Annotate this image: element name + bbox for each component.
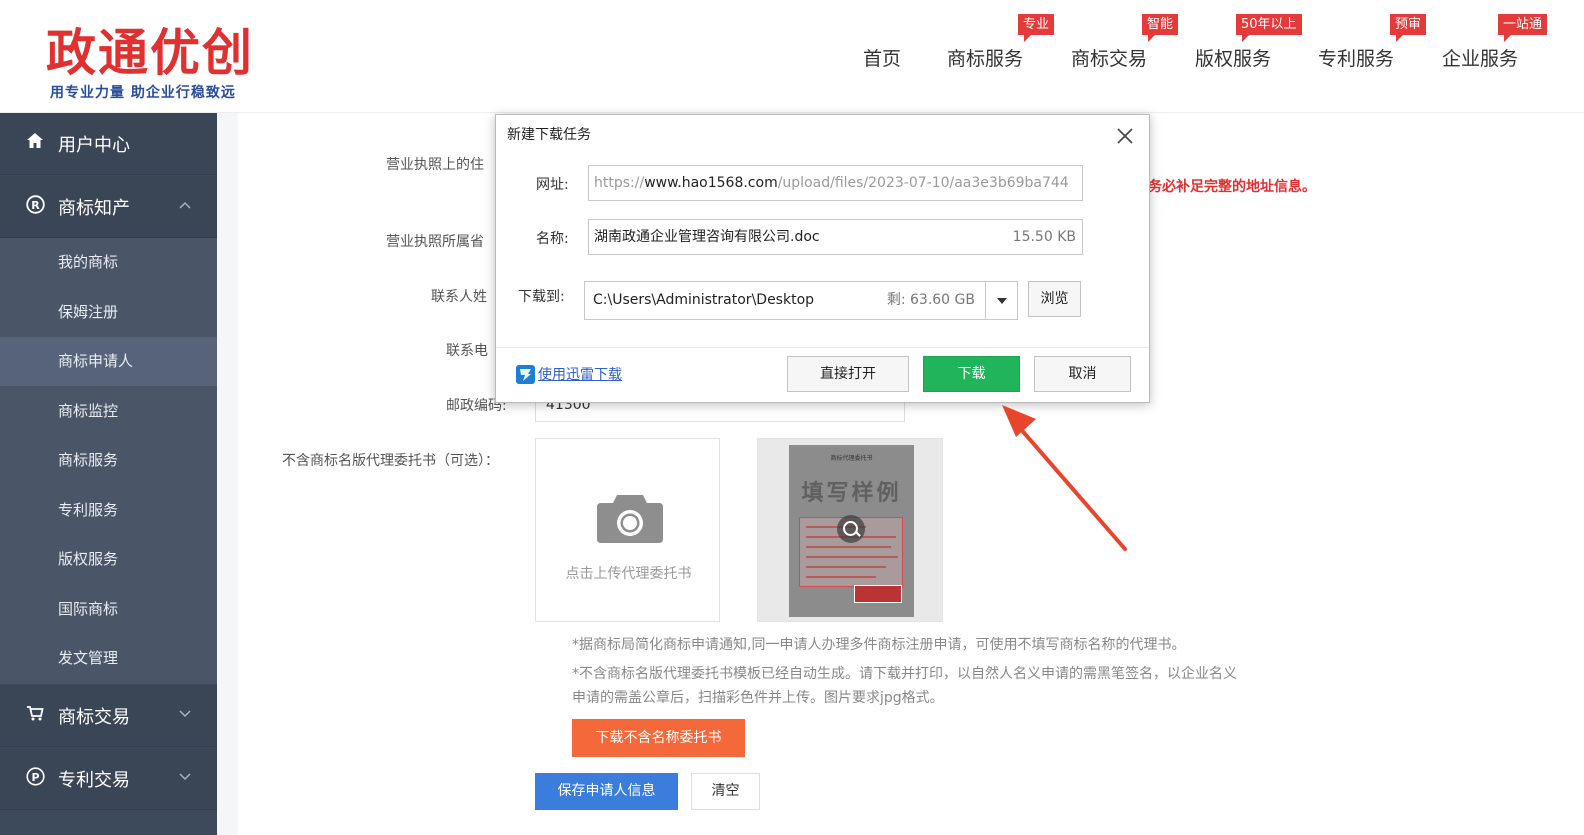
registered-icon: R xyxy=(24,194,46,219)
save-path-dropdown-button[interactable] xyxy=(985,281,1018,320)
nav-item-patent-service[interactable]: 专利服务 xyxy=(1318,44,1394,71)
thunder-icon xyxy=(516,365,535,384)
sample-proxy-letter-thumbnail[interactable]: 商标代理委托书 填写样例 xyxy=(757,438,943,622)
cancel-button[interactable]: 取消 xyxy=(1034,356,1131,392)
nav-item-trademark-trade[interactable]: 商标交易 xyxy=(1071,44,1147,71)
site-header: 政通优创 用专业力量 助企业行稳致远 首页 专业 商标服务 智能 商标交易 50… xyxy=(0,0,1584,113)
dialog-divider xyxy=(496,347,1149,348)
annotation-arrow-icon xyxy=(1002,405,1127,551)
upload-hint-text: 点击上传代理委托书 xyxy=(565,566,692,582)
sidebar-subitem-patent-service[interactable]: 专利服务 xyxy=(0,485,217,535)
upload-proxy-letter-box[interactable]: 点击上传代理委托书 xyxy=(535,438,720,622)
sidebar-subitem-international-trademark[interactable]: 国际商标 xyxy=(0,584,217,634)
save-to-label: 下载到: xyxy=(518,289,565,305)
proxy-note-2b: 申请的需盖公章后，扫描彩色件并上传。图片要求jpg格式。 xyxy=(572,690,944,706)
sample-doc-title: 商标代理委托书 xyxy=(830,455,873,462)
sidebar-subitem-trademark-monitoring[interactable]: 商标监控 xyxy=(0,386,217,436)
address-warning-text: 务必补足完整的地址信息。 xyxy=(1148,179,1316,195)
name-label: 名称: xyxy=(536,231,569,247)
sidebar-subitem-trademark-service[interactable]: 商标服务 xyxy=(0,436,217,485)
sidebar-item-label: 商标交易 xyxy=(58,706,130,728)
patent-icon: P xyxy=(24,766,46,791)
sidebar-subitem-my-trademarks[interactable]: 我的商标 xyxy=(0,238,217,287)
nav-item-enterprise-service[interactable]: 企业服务 xyxy=(1442,44,1518,71)
sidebar-item-label: 商标知产 xyxy=(58,197,130,219)
region-label: 营业执照所属省 xyxy=(386,234,484,250)
download-proxy-letter-button[interactable]: 下载不含名称委托书 xyxy=(572,719,745,757)
new-download-task-dialog: 新建下载任务 网址: https://www.hao1568.com/uploa… xyxy=(495,114,1150,403)
sidebar-item-patent-trade[interactable]: P 专利交易 xyxy=(0,748,217,810)
contact-name-label: 联系人姓 xyxy=(431,289,487,305)
save-path-field[interactable]: C:\Users\Administrator\Desktop 剩: 63.60 … xyxy=(584,281,986,320)
free-space-value: 剩: 63.60 GB xyxy=(886,292,975,308)
nav-item-copyright-service[interactable]: 版权服务 xyxy=(1195,44,1271,71)
url-host: www.hao1568.com xyxy=(644,175,778,191)
cart-icon xyxy=(24,704,46,727)
sample-stamp xyxy=(854,585,902,603)
sidebar-submenu: 我的商标 保姆注册 商标申请人 商标监控 商标服务 专利服务 版权服务 国际商标… xyxy=(0,238,217,684)
dialog-title: 新建下载任务 xyxy=(507,127,591,143)
sidebar-item-label: 用户中心 xyxy=(58,134,130,156)
file-size-value: 15.50 KB xyxy=(1012,229,1076,245)
sidebar-subitem-trademark-applicant[interactable]: 商标申请人 xyxy=(0,337,217,386)
address-label: 营业执照上的住 xyxy=(386,157,484,173)
url-label: 网址: xyxy=(536,177,569,193)
file-name-value: 湖南政通企业管理咨询有限公司.doc xyxy=(594,229,820,245)
sidebar-subitem-copyright-service[interactable]: 版权服务 xyxy=(0,535,217,584)
site-logo[interactable]: 政通优创 用专业力量 助企业行稳致远 xyxy=(46,24,254,102)
nav-badge-trademark-service: 专业 xyxy=(1018,14,1055,42)
chevron-down-icon xyxy=(179,770,191,784)
nav-item-home[interactable]: 首页 xyxy=(863,44,901,71)
sidebar-item-label: 专利交易 xyxy=(58,769,130,791)
nav-badge-enterprise-service: 一站通 xyxy=(1498,14,1548,42)
logo-text: 政通优创 xyxy=(46,23,254,82)
nav-badge-patent-service: 预审 xyxy=(1390,14,1427,42)
open-directly-button[interactable]: 直接打开 xyxy=(787,356,909,392)
home-icon xyxy=(24,132,46,155)
save-applicant-button[interactable]: 保存申请人信息 xyxy=(535,773,678,810)
clear-button[interactable]: 清空 xyxy=(691,773,760,810)
proxy-letter-label: 不含商标名版代理委托书（可选）： xyxy=(282,453,499,469)
nav-badge-trademark-trade: 智能 xyxy=(1142,14,1179,42)
use-thunder-download-link[interactable]: 使用迅雷下载 xyxy=(538,364,622,384)
camera-icon xyxy=(597,495,663,543)
zoom-icon[interactable] xyxy=(837,515,865,543)
svg-text:P: P xyxy=(31,770,39,783)
sidebar: 用户中心 R 商标知产 我的商标 保姆注册 商标申请人 商标监控 商标服务 专利… xyxy=(0,113,217,835)
chevron-up-icon xyxy=(179,198,191,212)
chevron-down-icon xyxy=(179,707,191,721)
url-prefix: https:// xyxy=(594,175,645,191)
logo-slogan: 用专业力量 助企业行稳致远 xyxy=(50,85,236,101)
sidebar-item-trademark-ip[interactable]: R 商标知产 xyxy=(0,176,217,238)
download-button[interactable]: 下载 xyxy=(923,356,1020,392)
sample-document-image: 商标代理委托书 填写样例 xyxy=(789,445,914,617)
browse-button[interactable]: 浏览 xyxy=(1028,281,1081,317)
nav-item-trademark-service[interactable]: 商标服务 xyxy=(947,44,1023,71)
file-name-field[interactable]: 湖南政通企业管理咨询有限公司.doc 15.50 KB xyxy=(588,219,1083,255)
proxy-note-1: *据商标局简化商标申请通知,同一申请人办理多件商标注册申请，可使用不填写商标名称… xyxy=(572,637,1186,653)
contact-phone-label: 联系电 xyxy=(446,343,488,359)
close-icon[interactable] xyxy=(1114,125,1136,147)
url-field[interactable]: https://www.hao1568.com/upload/files/202… xyxy=(588,165,1083,201)
sidebar-subitem-document-management[interactable]: 发文管理 xyxy=(0,634,217,683)
sidebar-item-trademark-trade[interactable]: 商标交易 xyxy=(0,685,217,747)
url-path: /upload/files/2023-07-10/aa3e3b69ba744 xyxy=(777,175,1069,191)
nav-badge-copyright-service: 50年以上 xyxy=(1236,14,1302,42)
sidebar-item-user-center[interactable]: 用户中心 xyxy=(0,113,217,175)
svg-text:R: R xyxy=(31,198,40,211)
sample-watermark: 填写样例 xyxy=(801,480,902,506)
sidebar-subitem-nanny-registration[interactable]: 保姆注册 xyxy=(0,287,217,337)
save-path-value: C:\Users\Administrator\Desktop xyxy=(593,292,815,308)
proxy-note-2a: *不含商标名版代理委托书模板已经自动生成。请下载并打印，以自然人名义申请的需黑笔… xyxy=(572,666,1237,682)
